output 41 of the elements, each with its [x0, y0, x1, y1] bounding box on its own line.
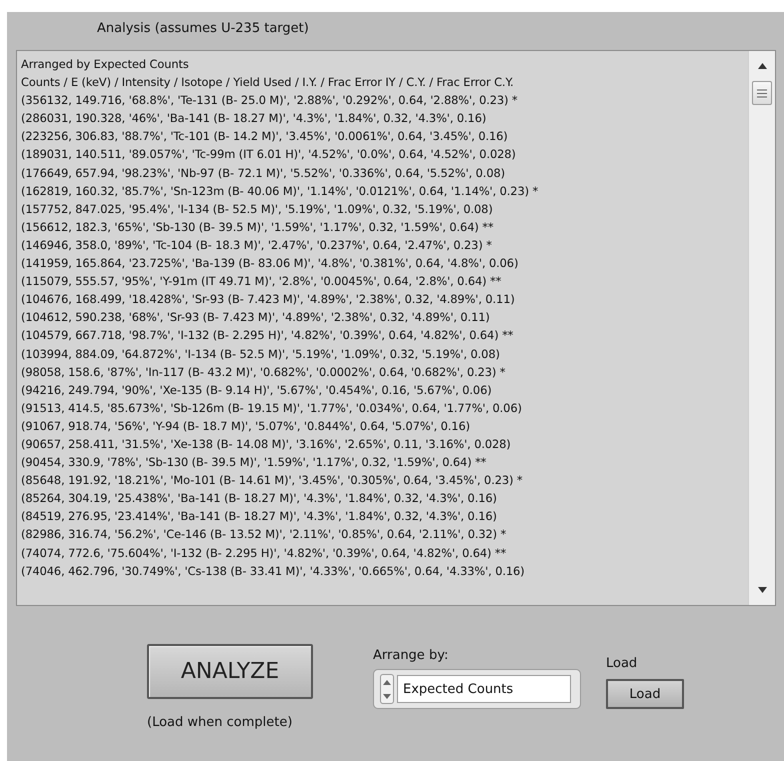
- result-line: (356132, 149.716, '68.8%', 'Te-131 (B- 25.0 M)', '2.88%', '0.292%', 0.64, '2.88%', 0.23) *: [21, 92, 518, 110]
- result-line: (85264, 304.19, '25.438%', 'Ba-141 (B- 18.27 M)', '4.3%', '1.84%', 0.32, '4.3%', 0.16): [21, 490, 498, 508]
- scrollbar[interactable]: [748, 51, 775, 605]
- scroll-thumb[interactable]: [752, 81, 772, 105]
- result-line: (189031, 140.511, '89.057%', 'Tc-99m (IT 6.01 H)', '4.52%', '0.0%', 0.64, '4.52%', 0.028): [21, 146, 517, 164]
- scroll-down-icon[interactable]: [758, 587, 766, 593]
- result-line: (74074, 772.6, '75.604%', 'I-132 (B- 2.295 H)', '4.82%', '0.39%', 0.64, '4.82%', 0.64) **: [21, 544, 508, 562]
- result-line: (146946, 358.0, '89%', 'Tc-104 (B- 18.3 M)', '2.47%', '0.237%', 0.64, '2.47%', 0.23) *: [21, 236, 493, 254]
- result-line: (104579, 667.718, '98.7%', 'I-132 (B- 2.295 H)', '4.82%', '0.39%', 0.64, '4.82%', 0.64) **: [21, 327, 514, 344]
- result-line: (176649, 657.94, '98.23%', 'Nb-97 (B- 72.1 M)', '5.52%', '0.336%', 0.64, '5.52%', 0.08): [21, 164, 506, 182]
- section-title: Analysis (assumes U-235 target): [97, 20, 310, 38]
- result-line: (162819, 160.32, '85.7%', 'Sn-123m (B- 40.06 M)', '1.14%', '0.0121%', 0.64, '1.14%', 0.23) *: [21, 182, 540, 200]
- result-line: (91513, 414.5, '85.673%', 'Sb-126m (B- 19.15 M)', '1.77%', '0.034%', 0.64, '1.77%', 0.06): [21, 400, 523, 417]
- result-line: (104612, 590.238, '68%', 'Sr-93 (B- 7.423 M)', '4.89%', '2.38%', 0.32, '4.89%', 0.11): [21, 309, 491, 326]
- spin-arrows[interactable]: [380, 674, 394, 704]
- result-line: (82986, 316.74, '56.2%', 'Ce-146 (B- 13.52 M)', '2.11%', '0.85%', 0.64, '2.11%', 0.32) *: [21, 526, 508, 544]
- result-line: Counts / E (keV) / Intensity / Isotope / Yield Used / I.Y. / Frac Error IY / C.Y. / Frac Error C.Y.: [21, 74, 515, 92]
- result-line: (141959, 165.864, '23.725%', 'Ba-139 (B- 83.06 M)', '4.8%', '0.381%', 0.64, '4.8%', 0.06): [21, 255, 520, 272]
- result-line: (104676, 168.499, '18.428%', 'Sr-93 (B- 7.423 M)', '4.89%', '2.38%', 0.32, '4.89%', 0.11): [21, 291, 516, 308]
- analyze-button[interactable]: ANALYZE: [147, 644, 313, 699]
- load-button[interactable]: Load: [606, 679, 684, 709]
- result-line: (94216, 249.794, '90%', 'Xe-135 (B- 9.14 H)', '5.67%', '0.454%', 0.16, '5.67%', 0.06): [21, 382, 493, 399]
- result-line: (84519, 276.95, '23.414%', 'Ba-141 (B- 18.27 M)', '4.3%', '1.84%', 0.32, '4.3%', 0.16): [21, 508, 498, 526]
- arrange-label: Arrange by:: [373, 648, 448, 663]
- result-line: (74046, 462.796, '30.749%', 'Cs-138 (B- 33.41 M)', '4.33%', '0.665%', 0.64, '4.33%', 0.16): [21, 562, 526, 580]
- result-line: Arranged by Expected Counts: [21, 56, 190, 73]
- result-line: (90454, 330.9, '78%', 'Sb-130 (B- 39.5 M)', '1.59%', '1.17%', 0.32, '1.59%', 0.64) **: [21, 454, 488, 472]
- result-line: (157752, 847.025, '95.4%', 'I-134 (B- 52.5 M)', '5.19%', '1.09%', 0.32, '5.19%', 0.08): [21, 200, 494, 218]
- result-line: (85648, 191.92, '18.21%', 'Mo-101 (B- 14.61 M)', '3.45%', '0.305%', 0.64, '3.45%', 0.23) *: [21, 472, 524, 490]
- scroll-up-icon[interactable]: [758, 63, 766, 69]
- result-line: (103994, 884.09, '64.872%', 'I-134 (B- 52.5 M)', '5.19%', '1.09%', 0.32, '5.19%', 0.08): [21, 346, 501, 362]
- arrange-field[interactable]: Expected Counts: [397, 675, 571, 703]
- result-line: (98058, 158.6, '87%', 'In-117 (B- 43.2 M)', '0.682%', '0.0002%', 0.64, '0.682%', 0.23) *: [21, 364, 506, 381]
- result-line: (223256, 306.83, '88.7%', 'Tc-101 (B- 14.2 M)', '3.45%', '0.0061%', 0.64, '3.45%', 0.16): [21, 128, 509, 146]
- result-line: (90657, 258.411, '31.5%', 'Xe-138 (B- 14.08 M)', '3.16%', '2.65%', 0.11, '3.16%', 0.028): [21, 436, 512, 453]
- load-label: Load: [606, 656, 638, 671]
- result-line: (156612, 182.3, '65%', 'Sb-130 (B- 39.5 M)', '1.59%', '1.17%', 0.32, '1.59%', 0.64) **: [21, 218, 494, 236]
- result-line: (115079, 555.57, '95%', 'Y-91m (IT 49.71 M)', '2.8%', '0.0045%', 0.64, '2.8%', 0.64) **: [21, 273, 502, 290]
- result-line: (286031, 190.328, '46%', 'Ba-141 (B- 18.27 M)', '4.3%', '1.84%', 0.32, '4.3%', 0.16): [21, 110, 488, 128]
- analyze-note: (Load when complete): [147, 715, 292, 730]
- result-line: (91067, 918.74, '56%', 'Y-94 (B- 18.7 M)', '5.07%', '0.844%', 0.64, '5.07%', 0.16): [21, 418, 471, 435]
